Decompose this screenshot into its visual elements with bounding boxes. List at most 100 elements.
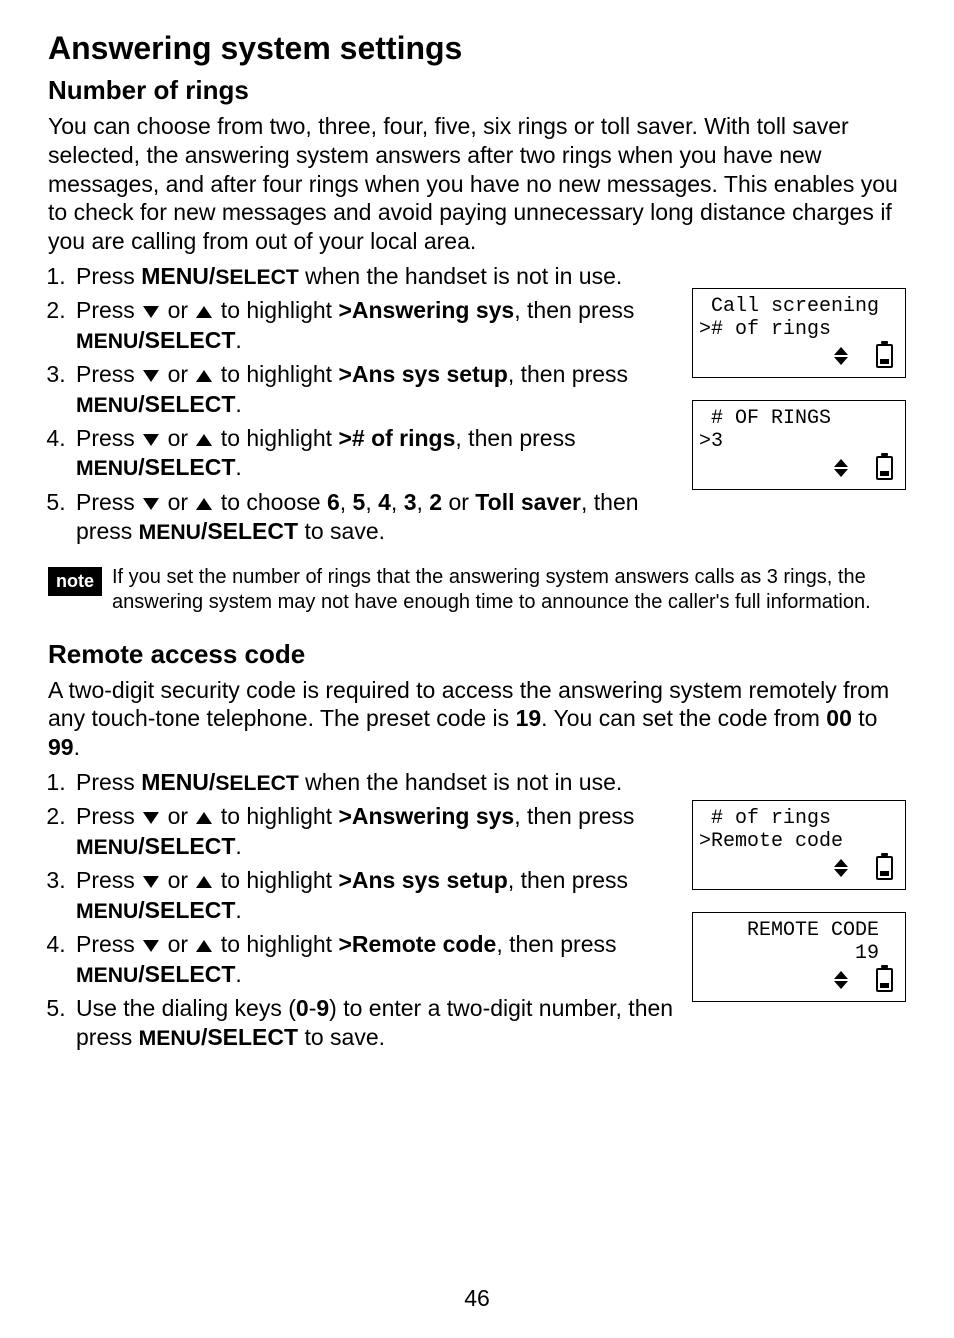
- text: .: [235, 833, 241, 859]
- text: to highlight: [214, 425, 338, 451]
- lcd-screen-remote-code-menu: # of rings >Remote code: [692, 800, 906, 890]
- text: to highlight: [214, 361, 338, 387]
- text: , then press: [508, 867, 628, 893]
- text: Press: [76, 425, 141, 451]
- page-title: Answering system settings: [48, 30, 906, 67]
- intro-paragraph-2: A two-digit security code is required to…: [48, 676, 906, 762]
- text: /SELECT: [138, 897, 235, 923]
- step-item: Press or to highlight >Answering sys, th…: [72, 802, 686, 861]
- text: SELECT: [215, 772, 298, 795]
- up-arrow-icon: [196, 434, 212, 446]
- text: MENU: [76, 836, 138, 859]
- text: to highlight: [214, 867, 338, 893]
- battery-icon: [876, 856, 893, 880]
- text: ># of rings: [338, 425, 455, 451]
- up-down-nav-icon: [834, 459, 848, 477]
- down-arrow-icon: [143, 434, 159, 446]
- down-arrow-icon: [143, 306, 159, 318]
- text: Press: [76, 489, 141, 515]
- text: 0: [296, 995, 309, 1021]
- text: Press: [76, 297, 141, 323]
- text: to choose: [214, 489, 327, 515]
- down-arrow-icon: [143, 370, 159, 382]
- text: to: [852, 705, 878, 731]
- text: Press: [76, 931, 141, 957]
- text: when the handset is not in use.: [299, 263, 623, 289]
- up-arrow-icon: [196, 370, 212, 382]
- text: MENU: [76, 394, 138, 417]
- step-item: Press or to highlight ># of rings, then …: [72, 424, 686, 483]
- lcd-line: REMOTE CODE: [699, 919, 899, 942]
- text: /SELECT: [201, 1024, 298, 1050]
- page-number: 46: [0, 1285, 954, 1312]
- step-item: Press MENU/SELECT when the handset is no…: [72, 262, 906, 291]
- text: to highlight: [214, 803, 338, 829]
- text: , then press: [508, 361, 628, 387]
- lcd-screen-num-rings: # OF RINGS >3: [692, 400, 906, 490]
- text: 00: [826, 705, 852, 731]
- up-arrow-icon: [196, 940, 212, 952]
- text: or: [161, 931, 194, 957]
- text: when the handset is not in use.: [299, 769, 623, 795]
- text: or: [161, 867, 194, 893]
- lcd-screen-call-screening: Call screening ># of rings: [692, 288, 906, 378]
- note-badge: note: [48, 567, 102, 596]
- text: Press: [76, 361, 141, 387]
- text: .: [74, 734, 80, 760]
- text: Press: [76, 867, 141, 893]
- text: /SELECT: [138, 961, 235, 987]
- text: /SELECT: [138, 833, 235, 859]
- text: Use the dialing keys (: [76, 995, 296, 1021]
- text: or: [161, 297, 194, 323]
- down-arrow-icon: [143, 940, 159, 952]
- battery-icon: [876, 456, 893, 480]
- lcd-line: # OF RINGS: [699, 407, 899, 430]
- text: 5: [353, 489, 366, 515]
- down-arrow-icon: [143, 498, 159, 510]
- text: , then press: [514, 297, 634, 323]
- up-arrow-icon: [196, 876, 212, 888]
- intro-paragraph-1: You can choose from two, three, four, fi…: [48, 112, 906, 256]
- text: MENU: [76, 964, 138, 987]
- up-down-nav-icon: [834, 971, 848, 989]
- up-down-nav-icon: [834, 347, 848, 365]
- up-arrow-icon: [196, 498, 212, 510]
- text: or: [161, 361, 194, 387]
- text: ,: [365, 489, 378, 515]
- text: /SELECT: [138, 454, 235, 480]
- text: 2: [429, 489, 442, 515]
- text: MENU: [76, 900, 138, 923]
- text: .: [235, 454, 241, 480]
- lcd-line: # of rings: [699, 807, 899, 830]
- lcd-line: Call screening: [699, 295, 899, 318]
- down-arrow-icon: [143, 876, 159, 888]
- up-arrow-icon: [196, 306, 212, 318]
- text: >Answering sys: [338, 297, 514, 323]
- text: , then press: [514, 803, 634, 829]
- text: MENU/: [141, 769, 215, 795]
- text: .: [235, 961, 241, 987]
- text: to save.: [298, 518, 385, 544]
- text: /SELECT: [138, 327, 235, 353]
- text: >Ans sys setup: [338, 361, 507, 387]
- text: Press: [76, 769, 141, 795]
- text: to highlight: [214, 297, 338, 323]
- text: Press: [76, 263, 141, 289]
- lcd-line: >3: [699, 430, 899, 453]
- step-item: Press MENU/SELECT when the handset is no…: [72, 768, 906, 797]
- down-arrow-icon: [143, 812, 159, 824]
- section-heading-remote-access-code: Remote access code: [48, 639, 906, 670]
- text: MENU: [76, 457, 138, 480]
- text: Press: [76, 803, 141, 829]
- text: 6: [327, 489, 340, 515]
- text: .: [235, 391, 241, 417]
- lcd-screen-remote-code-value: REMOTE CODE 19: [692, 912, 906, 1002]
- text: /SELECT: [201, 518, 298, 544]
- text: or: [442, 489, 475, 515]
- step-item: Press or to highlight >Remote code, then…: [72, 930, 686, 989]
- text: 3: [404, 489, 417, 515]
- battery-icon: [876, 344, 893, 368]
- text: or: [161, 803, 194, 829]
- text: MENU: [139, 1027, 201, 1050]
- text: >Ans sys setup: [338, 867, 507, 893]
